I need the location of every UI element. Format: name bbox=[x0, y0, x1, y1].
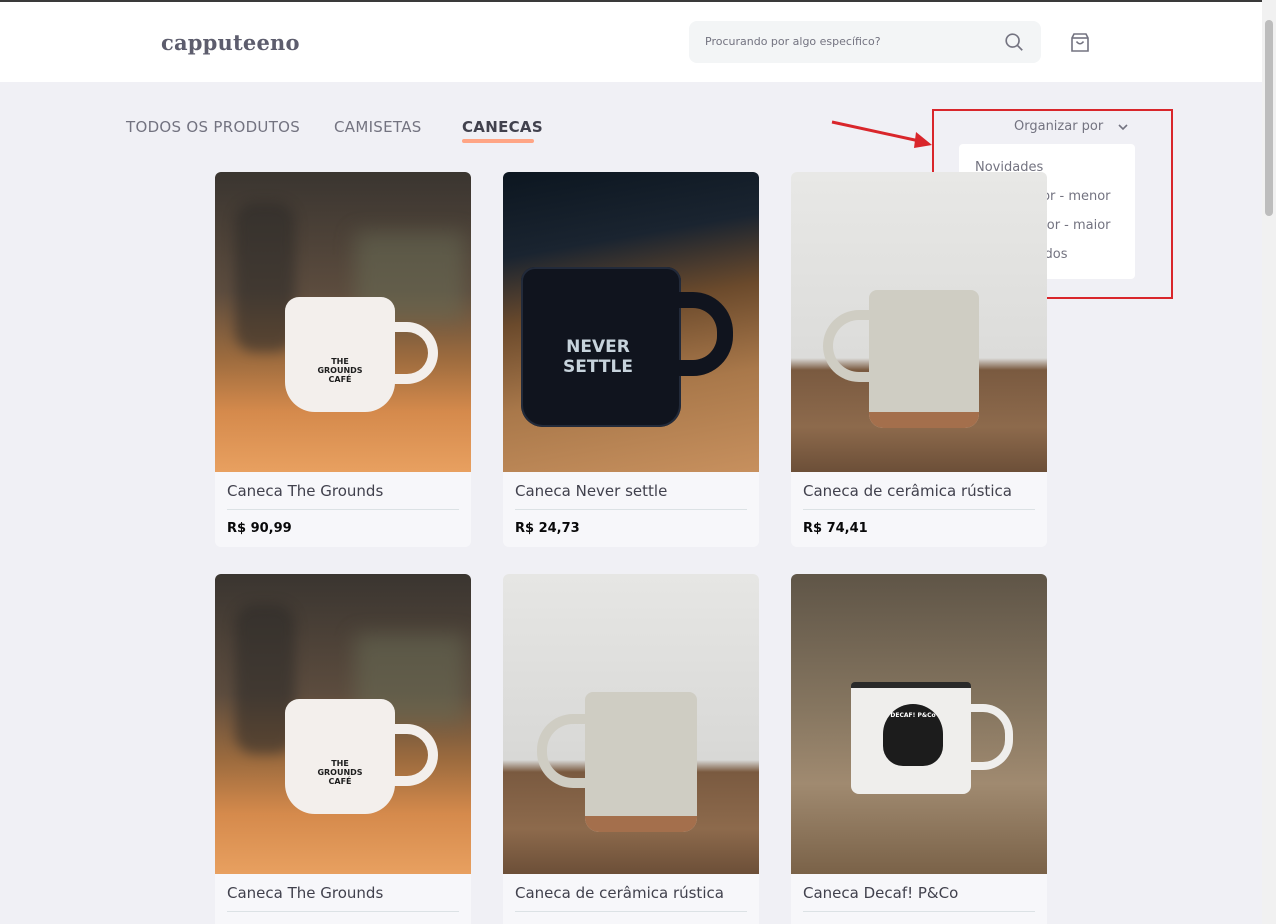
shopping-bag-icon[interactable] bbox=[1068, 31, 1092, 55]
product-image[interactable] bbox=[503, 574, 759, 874]
search-bar[interactable]: Procurando por algo específico? bbox=[689, 21, 1041, 63]
search-icon[interactable] bbox=[1003, 31, 1025, 53]
logo[interactable]: capputeeno bbox=[161, 30, 300, 55]
product-name[interactable]: Caneca Never settle bbox=[515, 482, 667, 500]
product-price: R$ 74,41 bbox=[803, 521, 868, 536]
product-name[interactable]: Caneca de cerâmica rústica bbox=[515, 884, 724, 902]
product-image[interactable]: THE GROUNDS CAFÉ bbox=[215, 172, 471, 472]
tab-all-products[interactable]: TODOS OS PRODUTOS bbox=[126, 118, 300, 136]
card-divider bbox=[227, 509, 459, 510]
card-divider bbox=[515, 911, 747, 912]
product-card[interactable]: THE GROUNDS CAFÉ Caneca The Grounds R$ 9… bbox=[215, 172, 471, 547]
product-name[interactable]: Caneca The Grounds bbox=[227, 482, 383, 500]
card-divider bbox=[227, 911, 459, 912]
product-name[interactable]: Caneca Decaf! P&Co bbox=[803, 884, 958, 902]
mug-print-text: THE GROUNDS CAFÉ bbox=[317, 759, 363, 786]
product-card[interactable]: THE GROUNDS CAFÉ Caneca The Grounds bbox=[215, 574, 471, 924]
product-name[interactable]: Caneca The Grounds bbox=[227, 884, 383, 902]
site-header: capputeeno Procurando por algo específic… bbox=[0, 2, 1262, 82]
annotation-arrow-icon bbox=[831, 120, 932, 148]
product-image[interactable]: NEVER SETTLE bbox=[503, 172, 759, 472]
product-card[interactable]: Caneca de cerâmica rústica bbox=[503, 574, 759, 924]
product-card[interactable]: Caneca de cerâmica rústica R$ 74,41 bbox=[791, 172, 1047, 547]
mug-print-text: DECAF! P&Co bbox=[890, 712, 936, 719]
tab-mugs[interactable]: CANECAS bbox=[462, 118, 543, 136]
mug-print-text: THE GROUNDS CAFÉ bbox=[317, 357, 363, 384]
product-image[interactable] bbox=[791, 172, 1047, 472]
card-divider bbox=[803, 509, 1035, 510]
search-input[interactable]: Procurando por algo específico? bbox=[705, 35, 881, 48]
product-image[interactable]: THE GROUNDS CAFÉ bbox=[215, 574, 471, 874]
product-card[interactable]: NEVER SETTLE Caneca Never settle R$ 24,7… bbox=[503, 172, 759, 547]
product-price: R$ 24,73 bbox=[515, 521, 580, 536]
mug-print-text: NEVER SETTLE bbox=[563, 337, 633, 377]
product-price: R$ 90,99 bbox=[227, 521, 292, 536]
scrollbar-thumb[interactable] bbox=[1265, 20, 1273, 216]
scrollbar[interactable] bbox=[1262, 0, 1276, 924]
active-tab-indicator bbox=[462, 139, 534, 143]
product-card[interactable]: DECAF! P&Co Caneca Decaf! P&Co bbox=[791, 574, 1047, 924]
tab-shirts[interactable]: CAMISETAS bbox=[334, 118, 422, 136]
product-image[interactable]: DECAF! P&Co bbox=[791, 574, 1047, 874]
card-divider bbox=[803, 911, 1035, 912]
product-name[interactable]: Caneca de cerâmica rústica bbox=[803, 482, 1012, 500]
card-divider bbox=[515, 509, 747, 510]
